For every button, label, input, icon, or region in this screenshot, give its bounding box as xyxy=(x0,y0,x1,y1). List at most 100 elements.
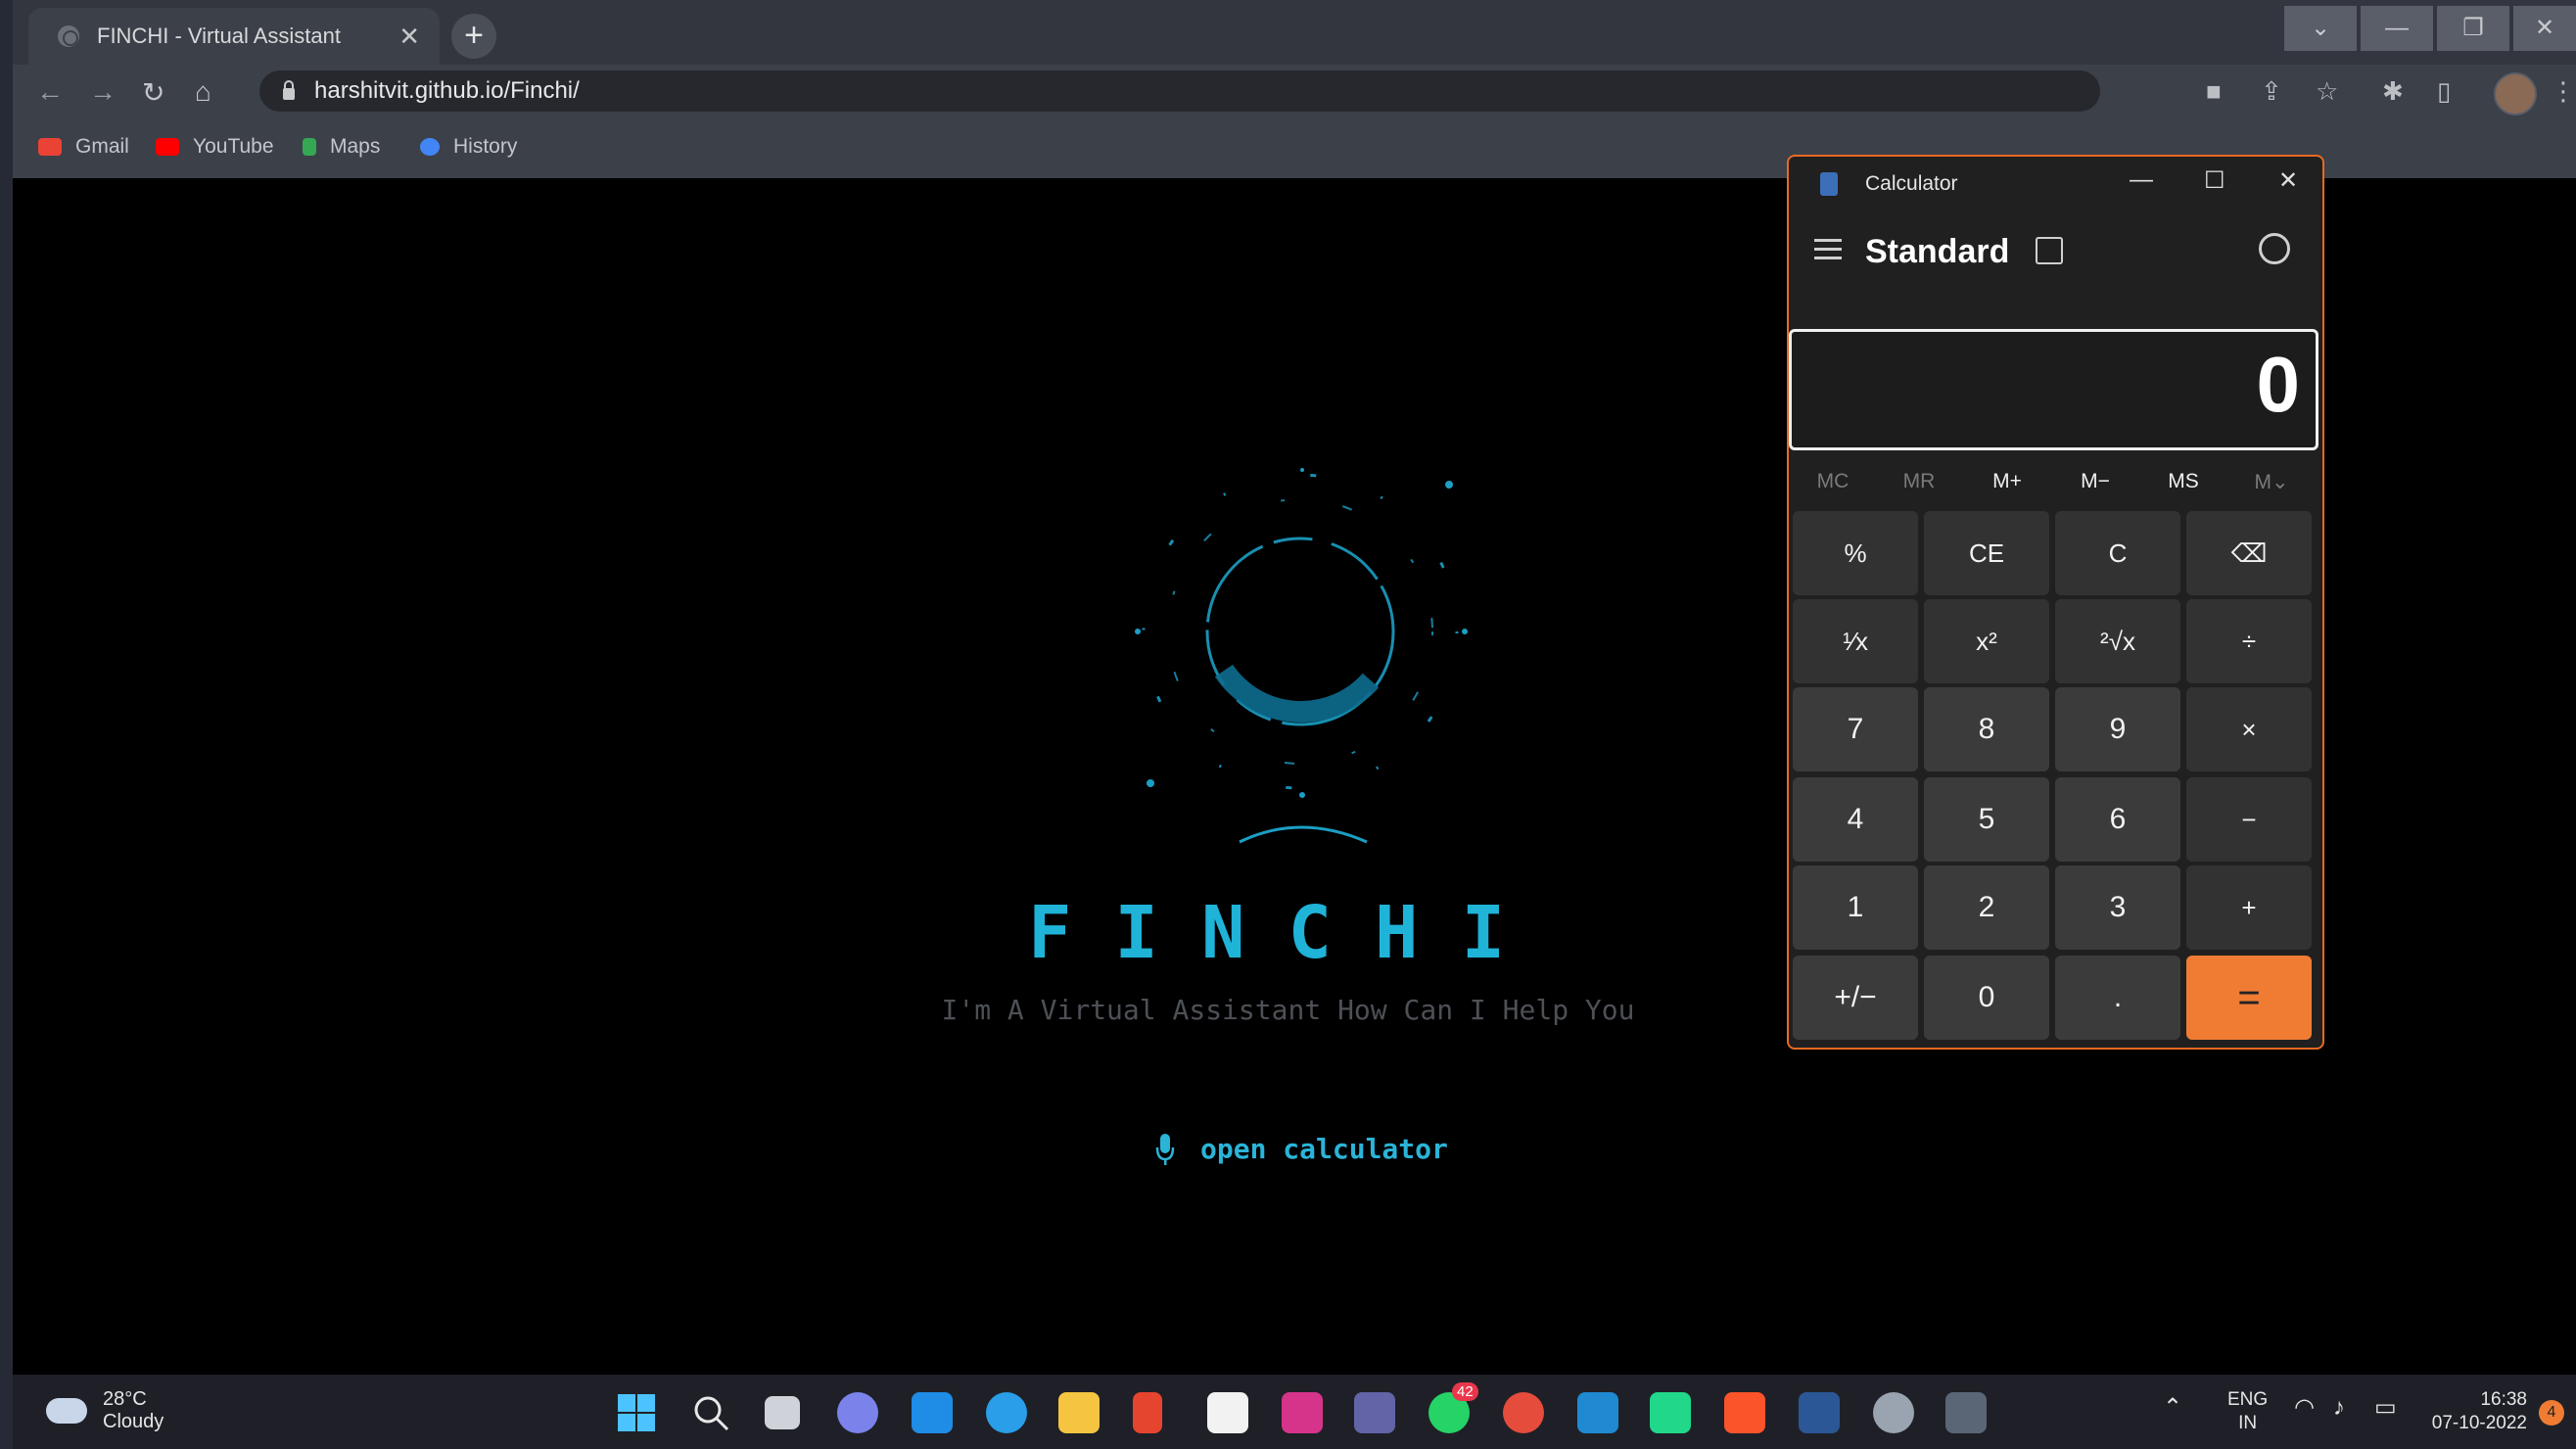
key-subtract[interactable]: − xyxy=(2186,777,2312,862)
reload-icon[interactable]: ↻ xyxy=(142,76,164,109)
key-ce[interactable]: CE xyxy=(1924,511,2049,595)
history-icon xyxy=(420,138,440,156)
key-square[interactable]: x² xyxy=(1924,599,2049,683)
back-icon[interactable]: ← xyxy=(36,76,64,108)
extensions-icon[interactable]: ✱ xyxy=(2382,76,2404,107)
browser-toolbar: ← → ↻ ⌂ harshitvit.github.io/Finchi/ ■ ⇪… xyxy=(13,65,2576,117)
windows-start-icon[interactable] xyxy=(616,1392,657,1433)
mr-button[interactable]: MR xyxy=(1875,470,1963,493)
key-add[interactable]: + xyxy=(2186,865,2312,950)
brave-icon[interactable] xyxy=(1724,1392,1765,1433)
task-view-icon[interactable] xyxy=(765,1396,800,1429)
key-percent[interactable]: % xyxy=(1793,511,1918,595)
calc-close-button[interactable]: ✕ xyxy=(2278,166,2298,195)
key-decimal[interactable]: . xyxy=(2055,956,2180,1040)
restore-button[interactable]: ❐ xyxy=(2437,6,2509,51)
display-value: 0 xyxy=(2256,341,2301,428)
settings-icon[interactable] xyxy=(1873,1392,1914,1433)
maps-icon xyxy=(303,138,316,156)
teams-icon[interactable] xyxy=(1354,1392,1395,1433)
bookmark-star-icon[interactable]: ☆ xyxy=(2316,76,2338,107)
language-indicator[interactable]: ENG IN xyxy=(2227,1388,2268,1435)
volume-icon[interactable]: ♪ xyxy=(2333,1396,2345,1420)
calculator-mode: Standard xyxy=(1865,233,2010,270)
close-window-button[interactable]: ✕ xyxy=(2513,6,2576,51)
home-icon[interactable]: ⌂ xyxy=(195,76,211,108)
edge-icon[interactable] xyxy=(986,1392,1027,1433)
key-2[interactable]: 2 xyxy=(1924,865,2049,950)
forward-icon[interactable]: → xyxy=(89,76,117,108)
chrome-icon[interactable] xyxy=(1503,1392,1544,1433)
key-9[interactable]: 9 xyxy=(2055,687,2180,771)
calc-maximize-button[interactable]: ☐ xyxy=(2204,166,2225,195)
bookmark-history[interactable]: History xyxy=(420,135,517,159)
notification-icon[interactable]: 4 xyxy=(2539,1400,2564,1426)
share-icon[interactable]: ⇪ xyxy=(2261,76,2282,107)
key-7[interactable]: 7 xyxy=(1793,687,1918,771)
hamburger-menu-icon[interactable] xyxy=(1814,239,1842,265)
gmail-icon xyxy=(38,138,62,156)
menu-icon[interactable]: ⋮ xyxy=(2551,76,2576,107)
calculator-taskbar-icon[interactable] xyxy=(1945,1392,1987,1433)
key-6[interactable]: 6 xyxy=(2055,777,2180,862)
mc-button[interactable]: MC xyxy=(1789,470,1877,493)
mail-icon[interactable] xyxy=(912,1392,953,1433)
camera-icon[interactable]: ■ xyxy=(2206,76,2222,107)
key-8[interactable]: 8 xyxy=(1924,687,2049,771)
bookmark-maps[interactable]: Maps xyxy=(303,135,380,159)
clock[interactable]: 16:38 07-10-2022 xyxy=(2417,1388,2527,1435)
tab-title: FINCHI - Virtual Assistant xyxy=(97,23,341,48)
file-explorer-icon[interactable] xyxy=(1058,1392,1100,1433)
key-5[interactable]: 5 xyxy=(1924,777,2049,862)
key-negate[interactable]: +/− xyxy=(1793,956,1918,1040)
search-icon[interactable] xyxy=(690,1392,731,1433)
battery-icon[interactable]: ▭ xyxy=(2374,1396,2397,1420)
key-3[interactable]: 3 xyxy=(2055,865,2180,950)
minimize-button[interactable]: — xyxy=(2361,6,2433,51)
keep-on-top-icon[interactable] xyxy=(2036,237,2063,264)
microphone-icon[interactable] xyxy=(1155,1133,1175,1165)
key-backspace[interactable]: ⌫ xyxy=(2186,511,2312,595)
key-reciprocal[interactable]: ¹⁄x xyxy=(1793,599,1918,683)
calculator-title: Calculator xyxy=(1865,172,1958,195)
side-panel-icon[interactable]: ▯ xyxy=(2437,76,2451,107)
instagram-icon[interactable] xyxy=(1282,1392,1323,1433)
pycharm-icon[interactable] xyxy=(1650,1392,1691,1433)
show-hidden-icons[interactable]: ⌃ xyxy=(2163,1396,2182,1420)
calc-minimize-button[interactable]: — xyxy=(2130,166,2153,194)
key-4[interactable]: 4 xyxy=(1793,777,1918,862)
m-minus-button[interactable]: M− xyxy=(2051,470,2139,493)
store-icon[interactable] xyxy=(1207,1392,1248,1433)
voice-command[interactable]: open calculator xyxy=(1155,1133,1448,1165)
key-0[interactable]: 0 xyxy=(1924,956,2049,1040)
key-multiply[interactable]: × xyxy=(2186,687,2312,771)
key-c[interactable]: C xyxy=(2055,511,2180,595)
key-1[interactable]: 1 xyxy=(1793,865,1918,950)
office-icon[interactable] xyxy=(1133,1392,1162,1433)
key-sqrt[interactable]: ²√x xyxy=(2055,599,2180,683)
close-tab-icon[interactable]: ✕ xyxy=(398,22,420,52)
tab-search-button[interactable]: ⌄ xyxy=(2284,6,2357,51)
new-tab-button[interactable]: + xyxy=(451,14,496,59)
whatsapp-badge: 42 xyxy=(1452,1382,1478,1401)
browser-tab[interactable]: FINCHI - Virtual Assistant ✕ xyxy=(28,8,440,65)
wifi-icon[interactable]: ◠ xyxy=(2294,1396,2315,1420)
weather-condition: Cloudy xyxy=(103,1411,164,1432)
whatsapp-icon[interactable]: 42 xyxy=(1429,1382,1478,1433)
bookmark-gmail[interactable]: Gmail xyxy=(38,135,129,159)
chat-icon[interactable] xyxy=(837,1392,878,1433)
browser-tab-strip: FINCHI - Virtual Assistant ✕ + xyxy=(13,0,2576,65)
profile-avatar[interactable] xyxy=(2494,72,2537,116)
memory-list-button[interactable]: M⌄ xyxy=(2227,470,2316,494)
weather-widget[interactable]: 28°C Cloudy xyxy=(46,1388,164,1433)
ms-button[interactable]: MS xyxy=(2139,470,2227,493)
m-plus-button[interactable]: M+ xyxy=(1963,470,2051,493)
key-equals[interactable]: = xyxy=(2186,956,2312,1040)
vscode-icon[interactable] xyxy=(1577,1392,1618,1433)
key-divide[interactable]: ÷ xyxy=(2186,599,2312,683)
word-icon[interactable] xyxy=(1799,1392,1840,1433)
history-icon[interactable] xyxy=(2259,233,2290,264)
bookmark-youtube[interactable]: YouTube xyxy=(156,135,274,159)
lock-icon[interactable] xyxy=(283,80,295,100)
address-bar[interactable]: harshitvit.github.io/Finchi/ xyxy=(259,70,2100,112)
